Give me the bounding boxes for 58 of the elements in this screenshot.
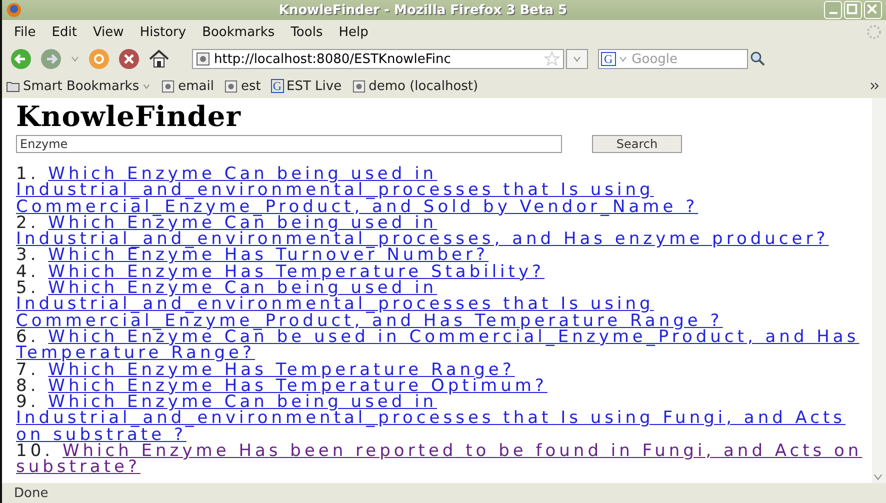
search-engine-icon[interactable]: G — [601, 52, 616, 66]
address-field[interactable]: http://localhost:8080/ESTKnowleFinc — [192, 49, 564, 69]
bookmark-item[interactable]: email — [161, 78, 214, 94]
page-heading: KnowleFinder — [16, 100, 242, 134]
back-icon[interactable] — [10, 48, 32, 70]
menu-item[interactable]: Bookmarks — [194, 24, 283, 40]
page-icon — [196, 52, 210, 66]
scrollbar[interactable] — [872, 98, 886, 483]
dropdown-icon[interactable] — [70, 54, 80, 64]
menu-item[interactable]: File — [6, 24, 44, 40]
menu-item[interactable]: Edit — [44, 24, 85, 40]
result-link[interactable]: 9. Which Enzyme Can being used in Industrial_and_environmental_processes that Is using Fungi, and Acts on substrate ? — [16, 394, 866, 444]
page-icon — [161, 80, 176, 92]
menu-item[interactable]: History — [132, 24, 194, 40]
result-link[interactable]: 5. Which Enzyme Can being used in Industrial_and_environmental_processes that Is using Commercial_Enzyme_Product, and Has Temperature Range ? — [16, 280, 866, 329]
close-icon — [865, 2, 879, 16]
caret-icon — [572, 54, 582, 64]
bookmark-item[interactable]: est — [224, 78, 261, 94]
search-engine-icon: G — [270, 79, 284, 93]
minimize-icon — [828, 12, 838, 14]
result-link[interactable]: 1. Which Enzyme Can being used in Industrial_and_environmental_processes that Is using Commercial_Enzyme_Product, and Sold by Vendor_Name ? — [16, 166, 866, 215]
result-link[interactable]: 7. Which Enzyme Has Temperature Range? — [16, 362, 866, 378]
search-icon[interactable] — [750, 51, 766, 67]
result-link[interactable]: 8. Which Enzyme Has Temperature Optimum? — [16, 378, 866, 394]
menu-item[interactable]: Tools — [282, 24, 331, 40]
window-title: KnowleFinder - Mozilla Firefox 3 Beta 5 — [278, 2, 568, 18]
globe-icon — [6, 2, 22, 18]
star-icon[interactable] — [544, 51, 560, 67]
bookmark-item[interactable]: demo (localhost) — [352, 78, 478, 94]
result-link[interactable]: 6. Which Enzyme Can be used in Commercial_Enzyme_Product, and Has Temperature Range? — [16, 328, 866, 362]
dropdown-icon[interactable] — [618, 54, 628, 64]
page-icon — [352, 80, 366, 92]
forward-icon[interactable] — [40, 48, 62, 70]
close-button[interactable] — [864, 1, 882, 19]
search-button[interactable]: Search — [592, 135, 682, 153]
result-link[interactable]: 4. Which Enzyme Has Temperature Stability? — [16, 264, 866, 280]
maximize-button[interactable] — [844, 1, 862, 19]
menu-item[interactable]: Help — [330, 24, 376, 40]
minimize-button[interactable] — [824, 1, 842, 19]
result-link[interactable]: 2. Which Enzyme Can being used in Industrial_and_environmental_processes, and Has enzyme producer? — [16, 214, 866, 248]
page-icon — [224, 80, 238, 92]
maximize-icon — [845, 2, 859, 16]
stop-icon[interactable] — [118, 48, 140, 70]
search-field[interactable]: G Google — [598, 49, 748, 69]
search-input[interactable]: Enzyme — [16, 135, 562, 153]
more-icon[interactable] — [870, 81, 880, 91]
menu-item[interactable]: View — [84, 24, 132, 40]
folder-icon — [6, 80, 20, 92]
caret-icon — [142, 82, 152, 90]
home-icon[interactable] — [148, 48, 170, 70]
bookmark-item[interactable]: G EST Live — [270, 78, 342, 94]
result-link[interactable]: 10. Which Enzyme Has been reported to be found in Fungi, and Acts on substrate? — [16, 443, 866, 476]
bookmark-item[interactable]: Smart Bookmarks — [6, 78, 152, 94]
status-text: Done — [14, 486, 48, 500]
reload-icon[interactable] — [88, 48, 110, 70]
history-dropdown-button[interactable] — [566, 49, 588, 69]
throbber-icon — [866, 24, 882, 40]
result-link[interactable]: 3. Which Enzyme Has Turnover Number? — [16, 247, 866, 264]
